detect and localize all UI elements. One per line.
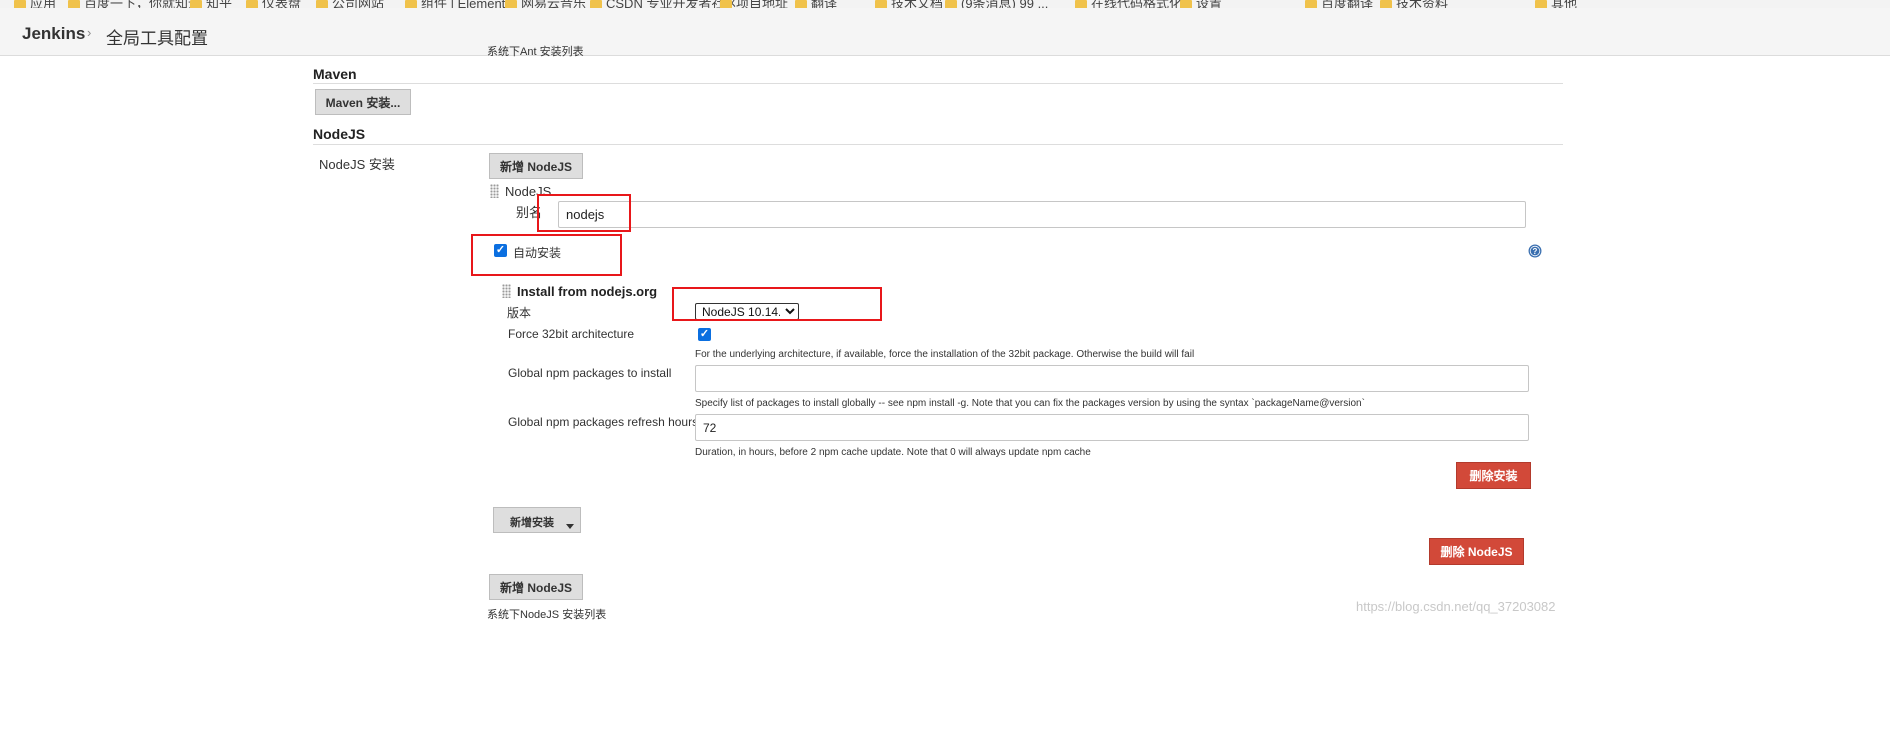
- breadcrumb-separator-icon: ›: [87, 25, 92, 40]
- refresh-hours-input[interactable]: [695, 414, 1529, 441]
- folder-icon: [590, 0, 602, 8]
- folder-icon: [1075, 0, 1087, 8]
- version-label: 版本: [507, 306, 532, 320]
- breadcrumb: Jenkins › 全局工具配置: [0, 8, 1890, 56]
- bookmark-item[interactable]: CSDN 专业开发者社区: [590, 0, 737, 8]
- delete-installer-button[interactable]: 删除安装: [1456, 462, 1531, 489]
- bookmark-item[interactable]: 百度翻译: [1305, 0, 1373, 8]
- maven-divider: [313, 83, 1563, 84]
- bookmark-item[interactable]: 公司网站: [316, 0, 384, 8]
- caret-down-icon: [566, 518, 574, 536]
- folder-icon: [875, 0, 887, 8]
- nodejs-section-title: NodeJS: [313, 126, 366, 142]
- folder-icon: [68, 0, 80, 8]
- bookmark-item[interactable]: 翻译: [795, 0, 837, 8]
- highlight-box-auto-install: [471, 234, 622, 276]
- watermark: https://blog.csdn.net/qq_37203082: [1356, 599, 1556, 614]
- force32-label: Force 32bit architecture: [508, 327, 635, 341]
- breadcrumb-home-link[interactable]: Jenkins: [22, 24, 85, 44]
- highlight-box-alias: [537, 194, 631, 232]
- nodejs-install-label: NodeJS 安装: [319, 157, 395, 172]
- maven-section-title: Maven: [313, 66, 357, 82]
- folder-icon: [1180, 0, 1192, 8]
- delete-nodejs-button[interactable]: 删除 NodeJS: [1429, 538, 1524, 565]
- folder-icon: [246, 0, 258, 8]
- bookmark-item[interactable]: 在线代码格式化: [1075, 0, 1182, 8]
- folder-icon: [795, 0, 807, 8]
- folder-icon: [190, 0, 202, 8]
- bookmark-item[interactable]: 知乎: [190, 0, 232, 8]
- folder-icon: [945, 0, 957, 8]
- bookmark-item[interactable]: 百度一下，你就知道: [68, 0, 201, 8]
- force32-checkbox[interactable]: ✓: [698, 328, 711, 341]
- add-nodejs-button-bottom[interactable]: 新增 NodeJS: [489, 574, 583, 600]
- refresh-hours-help: Duration, in hours, before 2 npm cache u…: [695, 447, 1091, 458]
- bookmark-item[interactable]: 项目地址: [720, 0, 788, 8]
- npm-packages-label: Global npm packages to install: [508, 366, 672, 380]
- bookmark-item[interactable]: 应用: [14, 0, 56, 8]
- installer-title: Install from nodejs.org: [517, 284, 658, 299]
- bookmark-item[interactable]: 组件 | Element: [405, 0, 505, 8]
- folder-icon: [405, 0, 417, 8]
- nodejs-installations-note: 系统下NodeJS 安装列表: [487, 609, 607, 621]
- nodejs-divider: [313, 144, 1563, 145]
- bookmark-item[interactable]: 设置: [1180, 0, 1222, 8]
- folder-icon: [1305, 0, 1317, 8]
- force32-help: For the underlying architecture, if avai…: [695, 349, 1195, 360]
- bookmark-item[interactable]: 其他: [1535, 0, 1577, 8]
- help-icon[interactable]: ?: [1528, 244, 1542, 258]
- bookmark-item[interactable]: 技术文档: [875, 0, 943, 8]
- add-installer-dropdown-button[interactable]: 新增安装: [493, 507, 581, 533]
- folder-icon: [14, 0, 26, 8]
- refresh-hours-label: Global npm packages refresh hours: [508, 415, 699, 429]
- ant-installations-note: 系统下Ant 安装列表: [487, 46, 584, 58]
- add-nodejs-button[interactable]: 新增 NodeJS: [489, 153, 583, 179]
- npm-packages-help: Specify list of packages to install glob…: [695, 398, 1365, 409]
- highlight-box-version: [672, 287, 882, 321]
- breadcrumb-current[interactable]: 全局工具配置: [106, 24, 208, 49]
- folder-icon: [316, 0, 328, 8]
- bookmarks-bar: 应用 百度一下，你就知道 知乎 仪表盘 公司网站 组件 | Element 网易…: [0, 0, 1890, 8]
- bookmark-item[interactable]: 仪表盘: [246, 0, 301, 8]
- maven-install-button[interactable]: Maven 安装...: [315, 89, 411, 115]
- svg-text:?: ?: [1533, 247, 1538, 256]
- folder-icon: [1535, 0, 1547, 8]
- folder-icon: [505, 0, 517, 8]
- bookmark-item[interactable]: (9条消息) 99 ...: [945, 0, 1048, 8]
- bookmark-item[interactable]: 技术资料: [1380, 0, 1448, 8]
- bookmark-item[interactable]: 网易云音乐: [505, 0, 586, 8]
- folder-icon: [720, 0, 732, 8]
- add-installer-label: 新增安装: [510, 517, 554, 529]
- alias-input[interactable]: [558, 201, 1526, 228]
- installer-drag-handle-icon[interactable]: [502, 284, 511, 298]
- drag-handle-icon[interactable]: [490, 184, 499, 198]
- folder-icon: [1380, 0, 1392, 8]
- npm-packages-input[interactable]: [695, 365, 1529, 392]
